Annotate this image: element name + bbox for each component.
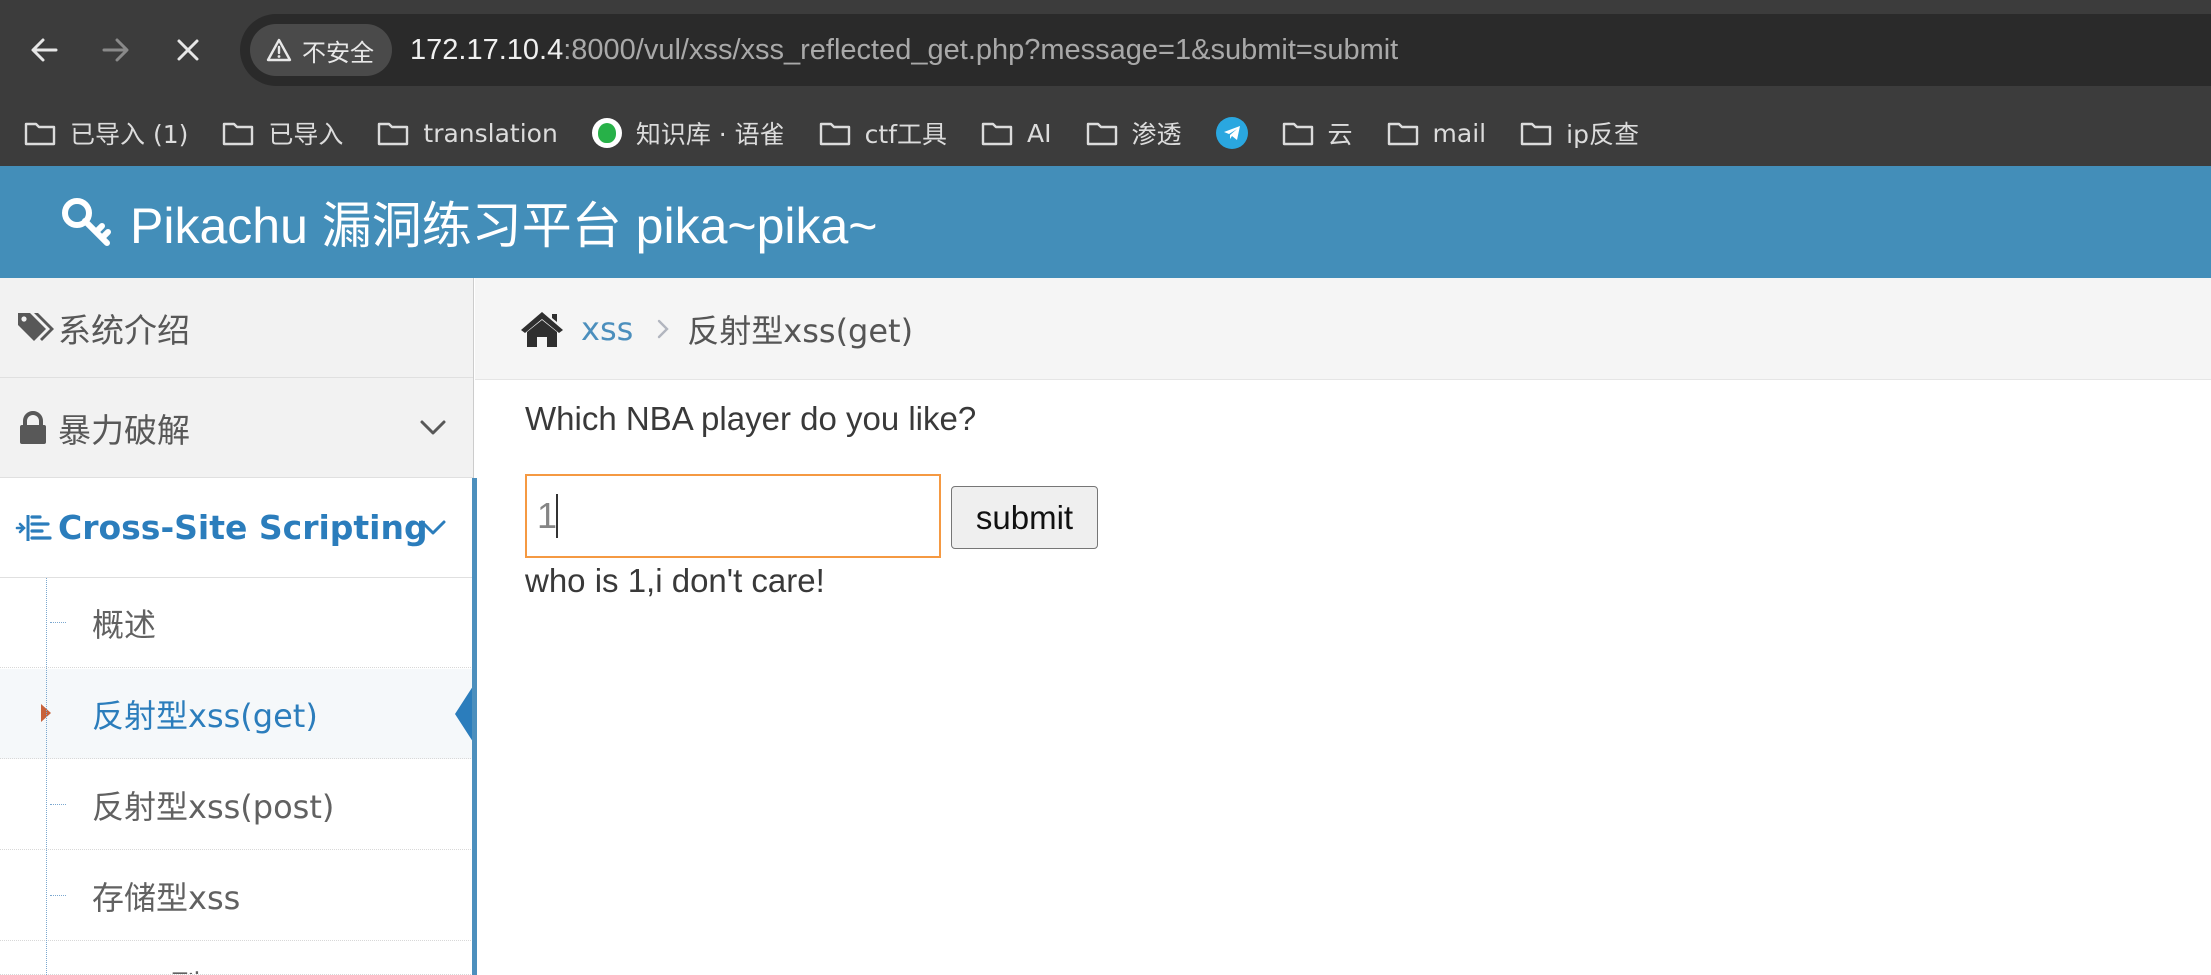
bookmark-item[interactable]: translation — [377, 118, 558, 148]
list-icon — [14, 512, 52, 544]
question-text: Which NBA player do you like? — [525, 400, 977, 437]
bookmark-item[interactable]: mail — [1387, 118, 1487, 148]
yuque-icon — [591, 118, 622, 148]
xss-submenu: 概述 反射型xss(get) 反射型xss(post) 存储型xss DOM型 — [0, 578, 475, 975]
submenu-item-label: DOM型 — [92, 962, 201, 974]
tags-icon — [16, 310, 56, 346]
breadcrumb: xss 反射型xss(get) — [475, 278, 2211, 380]
back-button[interactable] — [14, 20, 74, 80]
submenu-item-label: 概述 — [92, 605, 157, 644]
browser-toolbar: 不安全 172.17.10.4:8000/vul/xss/xss_reflect… — [0, 0, 2211, 100]
submenu-item-reflected-post[interactable]: 反射型xss(post) — [0, 760, 473, 850]
folder-icon — [981, 122, 1013, 146]
url-host: 172.17.10.4 — [410, 33, 564, 66]
submenu-item-label: 反射型xss(get) — [92, 696, 318, 735]
breadcrumb-link-xss[interactable]: xss — [581, 310, 633, 348]
folder-icon — [1520, 122, 1552, 146]
submenu-item-dom[interactable]: DOM型 — [0, 942, 473, 975]
security-chip[interactable]: 不安全 — [250, 24, 392, 76]
security-label: 不安全 — [302, 38, 374, 67]
folder-icon — [223, 122, 254, 146]
url-text[interactable]: 172.17.10.4:8000/vul/xss/xss_reflected_g… — [410, 34, 1398, 67]
telegram-icon — [1215, 117, 1248, 149]
submit-button[interactable]: submit — [951, 486, 1098, 549]
bookmark-label: 知识库 · 语雀 — [635, 120, 785, 149]
result-text: who is 1,i don't care! — [525, 562, 825, 599]
close-icon — [177, 39, 199, 61]
bookmark-item[interactable]: ctf工具 — [819, 115, 947, 151]
folder-icon — [1387, 122, 1418, 146]
lock-icon — [18, 410, 48, 445]
breadcrumb-current: 反射型xss(get) — [687, 311, 914, 350]
folder-icon — [378, 122, 409, 146]
sidebar-item-label: 暴力破解 — [58, 410, 190, 450]
bookmark-label: 云 — [1327, 120, 1353, 149]
bookmarks-bar: 已导入 (1) 已导入 translation 知识库 · 语雀 ctf工具 A… — [0, 100, 2211, 166]
folder-icon — [24, 122, 56, 146]
back-arrow-icon — [31, 38, 58, 62]
chevron-down-icon — [419, 519, 447, 537]
bookmark-label: ip反查 — [1566, 120, 1639, 149]
sidebar-item-xss[interactable]: Cross-Site Scripting — [0, 478, 473, 578]
chevron-right-icon — [657, 319, 669, 339]
bookmark-item[interactable] — [1215, 117, 1248, 149]
folder-icon — [1086, 122, 1117, 146]
tree-vertical-line — [46, 578, 47, 975]
bookmark-item[interactable]: 知识库 · 语雀 — [591, 115, 785, 151]
bookmark-label: 渗透 — [1131, 120, 1182, 149]
tree-connector — [50, 895, 66, 896]
sidebar-item-intro[interactable]: 系统介绍 — [0, 278, 473, 378]
submenu-item-reflected-get[interactable]: 反射型xss(get) — [0, 669, 475, 759]
tree-connector — [50, 804, 66, 805]
sidebar-active-bar — [472, 478, 477, 975]
bookmark-item[interactable]: AI — [981, 118, 1052, 148]
stop-loading-button[interactable] — [158, 20, 218, 80]
sidebar: 系统介绍 暴力破解 Cross-Site Scripting 概述 反射型xss… — [0, 278, 475, 975]
bookmark-item[interactable]: 云 — [1282, 115, 1353, 151]
home-icon[interactable] — [519, 309, 565, 349]
submenu-item-overview[interactable]: 概述 — [0, 578, 473, 668]
site-header: Pikachu 漏洞练习平台 pika~pika~ — [0, 166, 2211, 278]
address-bar[interactable]: 不安全 172.17.10.4:8000/vul/xss/xss_reflect… — [240, 14, 2211, 86]
bookmark-label: 已导入 (1) — [70, 120, 189, 149]
sidebar-item-label: 系统介绍 — [58, 310, 190, 350]
url-path: :8000/vul/xss/xss_reflected_get.php?mess… — [563, 33, 1399, 66]
bookmark-label: translation — [423, 118, 558, 148]
bookmark-item[interactable]: 已导入 — [222, 115, 343, 151]
bookmark-label: AI — [1027, 118, 1052, 148]
warning-icon — [266, 38, 292, 62]
site-title[interactable]: Pikachu 漏洞练习平台 pika~pika~ — [130, 186, 878, 258]
message-input[interactable] — [525, 474, 941, 558]
bookmark-item[interactable]: 渗透 — [1086, 115, 1182, 151]
submenu-item-label: 反射型xss(post) — [92, 787, 335, 826]
sidebar-item-brute-force[interactable]: 暴力破解 — [0, 378, 473, 478]
folder-icon — [1282, 122, 1313, 146]
sidebar-item-label: Cross-Site Scripting — [58, 508, 428, 547]
bookmark-item[interactable]: 已导入 (1) — [24, 115, 188, 151]
chevron-down-icon — [419, 419, 447, 437]
tree-connector — [50, 622, 66, 623]
forward-arrow-icon — [102, 38, 129, 62]
folder-icon — [819, 122, 850, 146]
submenu-item-stored[interactable]: 存储型xss — [0, 851, 473, 941]
bookmark-label: ctf工具 — [864, 120, 948, 149]
bookmark-label: mail — [1432, 118, 1487, 148]
forward-button[interactable] — [86, 20, 146, 80]
key-icon — [62, 198, 111, 246]
bookmark-label: 已导入 — [268, 120, 344, 149]
submenu-item-label: 存储型xss — [92, 878, 241, 917]
text-caret — [556, 494, 558, 538]
bookmark-item[interactable]: ip反查 — [1520, 115, 1639, 151]
